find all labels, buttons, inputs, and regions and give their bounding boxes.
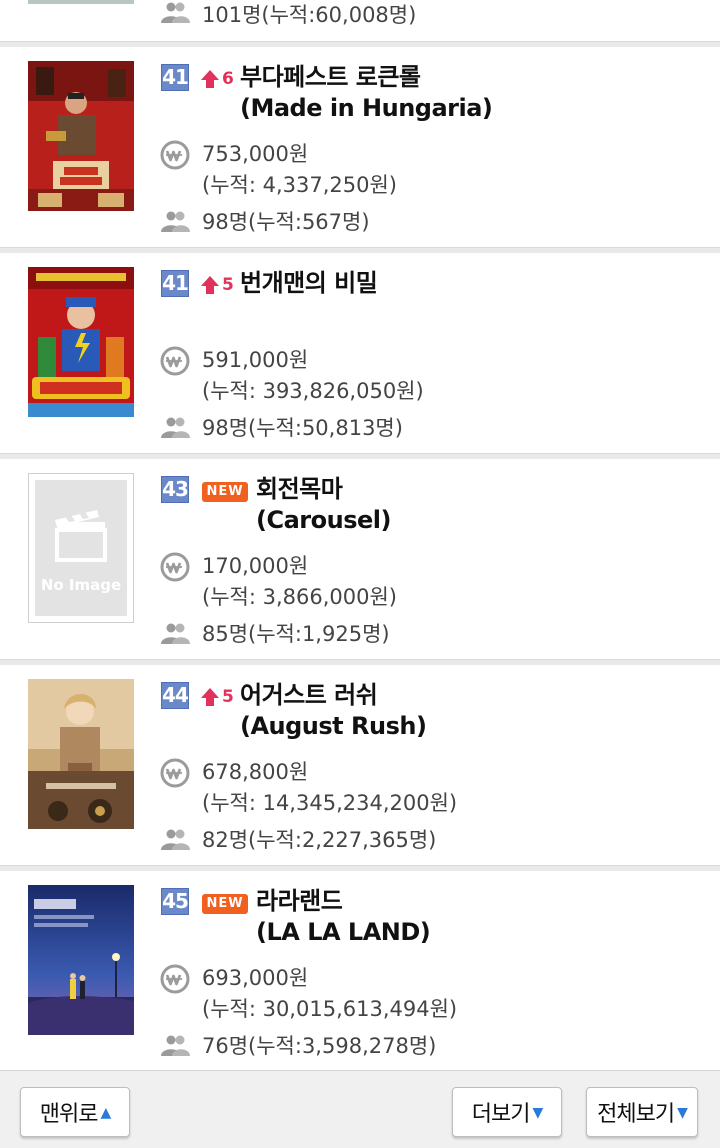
people-icon — [161, 417, 190, 438]
audience-count: 98명(누적:50,813명) — [202, 416, 403, 440]
load-more-label: 더보기 — [471, 1102, 531, 1127]
movie-poster[interactable]: No Image — [28, 473, 134, 623]
movie-title-korean[interactable]: 부다페스트 로큰롤 — [240, 62, 492, 93]
revenue-amount: 170,000원 — [202, 554, 309, 578]
la-la-land-poster — [28, 885, 134, 1035]
movie-title-original[interactable]: (Carousel) — [256, 505, 391, 536]
movie-poster[interactable] — [28, 61, 134, 211]
movie-row[interactable]: 41 5 번개맨의 비밀 591,000원 (누적: 393,826,050원)… — [0, 253, 720, 453]
rank-change-value: 5 — [222, 275, 234, 295]
people-icon — [161, 829, 190, 850]
movie-title[interactable]: 회전목마 (Carousel) — [256, 474, 391, 536]
revenue-cumulative: (누적: 30,015,613,494원) — [202, 997, 458, 1021]
won-icon — [160, 758, 190, 788]
won-icon — [160, 552, 190, 582]
movie-title-korean[interactable]: 어거스트 러쉬 — [240, 680, 426, 711]
movie-title[interactable]: 어거스트 러쉬 (August Rush) — [240, 680, 427, 742]
rank-badge: 43 — [161, 476, 189, 503]
revenue-cumulative: (누적: 393,826,050원) — [202, 379, 424, 403]
footer-bar: 맨위로 ▲ 더보기 ▼ 전체보기 ▼ — [0, 1070, 720, 1148]
movie-title[interactable]: 라라랜드 (LA LA LAND) — [256, 886, 431, 948]
won-icon — [160, 140, 190, 170]
budapest-rocknroll-poster — [28, 61, 134, 211]
clapperboard-icon — [55, 510, 107, 562]
no-image-label: No Image — [40, 576, 122, 594]
scroll-to-top-button[interactable]: 맨위로 ▲ — [20, 1087, 130, 1137]
won-icon — [160, 964, 190, 994]
revenue-cumulative: (누적: 3,866,000원) — [202, 585, 397, 609]
movie-poster[interactable] — [28, 679, 134, 829]
movie-poster[interactable] — [28, 885, 134, 1035]
people-icon — [161, 1035, 190, 1056]
movie-row[interactable]: 44 5 어거스트 러쉬 (August Rush) 678,800원 (누적:… — [0, 665, 720, 865]
rank-badge: 45 — [161, 888, 189, 915]
partial-movie-row[interactable]: 101명(누적:60,008명) — [0, 0, 720, 42]
revenue-cumulative: (누적: 14,345,234,200원) — [202, 791, 458, 815]
revenue-amount: 678,800원 — [202, 760, 309, 784]
audience-count: 82명(누적:2,227,365명) — [202, 828, 437, 852]
revenue-cumulative: (누적: 4,337,250원) — [202, 173, 397, 197]
no-image-placeholder: No Image — [35, 480, 127, 616]
movie-title-korean[interactable]: 번개맨의 비밀 — [240, 268, 378, 299]
rank-badge: 41 — [161, 64, 189, 91]
movie-title[interactable]: 부다페스트 로큰롤 (Made in Hungaria) — [240, 62, 493, 124]
new-badge: NEW — [202, 482, 248, 502]
poster-thumbnail-partial[interactable] — [28, 0, 134, 4]
rank-badge: 44 — [161, 682, 189, 709]
rank-up-arrow-icon — [201, 688, 219, 706]
people-icon — [161, 211, 190, 232]
movie-row[interactable]: No Image 43 NEW 회전목마 (Carousel) 170,000원… — [0, 459, 720, 659]
movie-row[interactable]: 45 NEW 라라랜드 (LA LA LAND) 693,000원 (누적: 3… — [0, 871, 720, 1071]
rank-up-arrow-icon — [201, 70, 219, 88]
movie-title[interactable]: 번개맨의 비밀 — [240, 268, 378, 299]
won-icon — [160, 346, 190, 376]
movie-row[interactable]: 41 6 부다페스트 로큰롤 (Made in Hungaria) 753,00… — [0, 47, 720, 247]
load-more-button[interactable]: 더보기 ▼ — [452, 1087, 562, 1137]
rank-change: 5 — [200, 273, 234, 297]
revenue-amount: 753,000원 — [202, 142, 309, 166]
lightning-man-poster — [28, 267, 134, 417]
new-badge: NEW — [202, 894, 248, 914]
rank-change: 5 — [200, 685, 234, 709]
caret-up-icon: ▲ — [100, 1105, 111, 1121]
rank-badge: 41 — [161, 270, 189, 297]
audience-count: 98명(누적:567명) — [202, 210, 370, 234]
scroll-to-top-label: 맨위로 — [39, 1102, 99, 1127]
movie-title-korean[interactable]: 회전목마 — [256, 474, 391, 505]
rank-change-value: 6 — [222, 69, 234, 89]
people-icon — [161, 623, 190, 644]
august-rush-poster — [28, 679, 134, 829]
movie-title-original[interactable]: (LA LA LAND) — [256, 917, 431, 948]
movie-title-korean[interactable]: 라라랜드 — [256, 886, 430, 917]
rank-change: 6 — [200, 67, 234, 91]
movie-poster[interactable] — [28, 267, 134, 417]
audience-count: 85명(누적:1,925명) — [202, 622, 390, 646]
movie-title-original[interactable]: (August Rush) — [240, 711, 427, 742]
audience-count: 101명(누적:60,008명) — [202, 3, 417, 27]
view-all-label: 전체보기 — [597, 1102, 675, 1127]
caret-down-icon: ▼ — [677, 1105, 688, 1121]
people-icon — [161, 2, 190, 23]
movie-title-original[interactable]: (Made in Hungaria) — [240, 93, 493, 124]
audience-count: 76명(누적:3,598,278명) — [202, 1034, 437, 1058]
revenue-amount: 693,000원 — [202, 966, 309, 990]
rank-up-arrow-icon — [201, 276, 219, 294]
rank-change-value: 5 — [222, 687, 234, 707]
view-all-button[interactable]: 전체보기 ▼ — [586, 1087, 698, 1137]
caret-down-icon: ▼ — [532, 1105, 543, 1121]
revenue-amount: 591,000원 — [202, 348, 309, 372]
